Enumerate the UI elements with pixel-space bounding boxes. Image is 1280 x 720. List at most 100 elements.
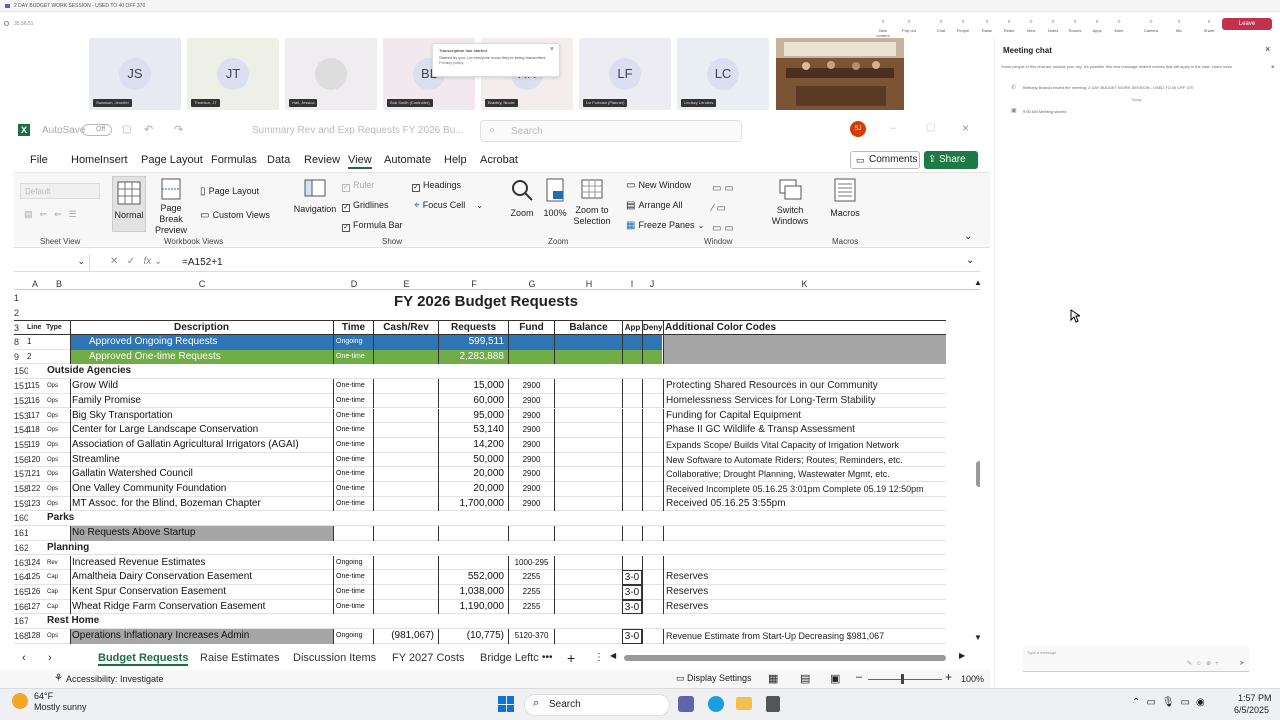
menu-acrobat[interactable]: Acrobat	[480, 154, 518, 166]
participant-tile[interactable]: JS Swanson, Jennifer	[89, 38, 181, 110]
minimize-icon[interactable]: –	[890, 122, 896, 134]
menu-data[interactable]: Data	[267, 154, 290, 166]
custom-views-button[interactable]: ▭ Custom Views	[200, 209, 270, 221]
cell-balance[interactable]	[554, 599, 622, 615]
cell-type[interactable]: Ops	[47, 438, 69, 453]
menu-page-layout[interactable]: Page Layout	[141, 154, 203, 166]
cell-description[interactable]: Approved Ongoing Requests	[70, 335, 333, 350]
navigation-button[interactable]: Navigation	[290, 179, 340, 214]
vertical-scrollbar[interactable]	[976, 461, 980, 487]
calculator-app-icon[interactable]	[766, 696, 780, 712]
cell-additional[interactable]: Reserves	[663, 599, 946, 615]
cell-deny[interactable]	[642, 393, 662, 409]
leave-button[interactable]: Leave	[1222, 18, 1272, 30]
weather-widget[interactable]: 64°F Mostly sunny	[12, 691, 92, 717]
tab-next-icon[interactable]: ›	[48, 652, 52, 664]
cell-request[interactable]	[438, 526, 508, 541]
cell-type[interactable]: Ops	[47, 629, 69, 644]
table-row[interactable]: 155 119 Ops Association of Gallatin Agricul…	[14, 437, 946, 453]
zoom-button[interactable]: Zoom	[508, 178, 536, 218]
column-header[interactable]: D	[334, 278, 374, 290]
cell-line[interactable]: 2	[27, 350, 45, 365]
column-header[interactable]: C	[71, 278, 333, 290]
display-settings-button[interactable]: ▭ Display Settings	[676, 673, 752, 684]
cell-cash[interactable]	[373, 555, 438, 571]
cell-approve[interactable]	[622, 496, 642, 512]
table-row[interactable]: 168 128 Ops Operations Inflationary Increas…	[14, 629, 946, 644]
cell-line[interactable]: 120	[27, 453, 45, 468]
comments-button[interactable]: ▭ Comments	[850, 151, 920, 169]
cell-line[interactable]	[27, 541, 45, 556]
cell-time[interactable]: One-time	[333, 423, 373, 438]
close-icon[interactable]: ×	[550, 46, 554, 53]
cell-time[interactable]: One-time	[333, 467, 373, 482]
cell-time[interactable]: One-time	[333, 452, 373, 468]
table-row[interactable]: 166 127 Cap Wheat Ridge Farm Conservation E…	[14, 599, 946, 615]
cell-approve[interactable]	[622, 467, 642, 482]
cell-cash[interactable]	[373, 423, 438, 438]
cell-type[interactable]: Ops	[47, 423, 69, 438]
cell-approve[interactable]	[622, 408, 642, 424]
zoom-in-icon[interactable]: +	[945, 670, 952, 684]
cell-cash[interactable]	[373, 379, 438, 394]
cell-balance[interactable]	[554, 496, 622, 512]
cell-additional[interactable]	[663, 526, 946, 541]
cell-time[interactable]: Ongoing	[333, 555, 373, 571]
cell-cash[interactable]: (981,067)	[373, 629, 438, 644]
cell-balance[interactable]	[554, 379, 622, 394]
section-label[interactable]: Planning	[47, 541, 89, 556]
tab-prev-icon[interactable]: ‹	[22, 652, 26, 664]
ribbon-collapse-icon[interactable]: ⌄	[964, 231, 972, 242]
cell-balance[interactable]	[554, 584, 622, 600]
cell-line[interactable]: 115	[27, 379, 45, 394]
cell-deny[interactable]	[642, 379, 662, 394]
send-icon[interactable]: ➤	[1239, 659, 1245, 667]
column-header[interactable]: B	[47, 278, 71, 290]
windows-start-icon[interactable]	[498, 696, 514, 712]
cell-approve[interactable]	[622, 555, 642, 571]
cell-fund[interactable]: 2900	[508, 437, 554, 453]
cell-cash[interactable]	[373, 408, 438, 424]
zoom-100-button[interactable]: 100%	[542, 178, 568, 218]
cell-line[interactable]: 1	[27, 335, 45, 350]
cell-balance[interactable]	[554, 467, 622, 482]
cell-approve[interactable]	[622, 393, 642, 409]
cell-time[interactable]: One-time	[333, 482, 373, 497]
participant-tile[interactable]: JT Thornton, JT	[187, 38, 279, 110]
sheet-tab[interactable]: Raise Estimates	[200, 652, 279, 664]
menu-home[interactable]: Home	[71, 154, 100, 166]
cell-balance[interactable]	[554, 570, 622, 585]
cell-deny[interactable]	[642, 555, 662, 571]
sheet-tab[interactable]: Discussion Items	[293, 652, 376, 664]
switch-windows-button[interactable]: Switch Windows	[766, 178, 814, 227]
cell-description[interactable]: Center for Large Landscape Conservation	[70, 423, 333, 438]
cell-description[interactable]: Grow Wild	[70, 379, 333, 394]
cell-description[interactable]: Association of Gallatin Agricultural Irr…	[70, 437, 333, 453]
cell-cash[interactable]	[373, 496, 438, 512]
table-row[interactable]: 154 118 Ops Center for Large Landscape Cons…	[14, 423, 946, 438]
accessibility-status[interactable]: Accessibility: Investigate	[66, 674, 164, 684]
toolbar-button-11[interactable]: ▫ Camera	[1140, 16, 1162, 38]
cell-fund[interactable]: 2900	[508, 408, 554, 424]
cell-type[interactable]: Cap	[47, 600, 69, 615]
scroll-right-icon[interactable]: ▶	[959, 651, 965, 660]
cell-deny[interactable]	[642, 482, 662, 497]
cell-cash[interactable]	[373, 437, 438, 453]
name-box[interactable]: ⌄	[14, 254, 90, 271]
cell-additional[interactable]: Homelessness Services for Long-Term Stab…	[663, 393, 946, 409]
gridlines-checkbox[interactable]: ✓ Gridlines	[342, 199, 389, 212]
cell-fund[interactable]: 2900	[508, 423, 554, 438]
page-break-view-icon[interactable]: ▣	[830, 672, 840, 685]
toolbar-button-3[interactable]: ▫ People	[952, 16, 974, 38]
cell-cash[interactable]	[373, 570, 438, 585]
cell-balance[interactable]	[554, 408, 622, 424]
cell-additional[interactable]	[663, 349, 946, 365]
cell-additional[interactable]: Revenue Estimate from Start-Up Decreasin…	[663, 629, 946, 644]
scroll-left-icon[interactable]: ◀	[610, 651, 616, 660]
section-label[interactable]: Rest Home	[47, 614, 99, 629]
toolbar-button-5[interactable]: ▫ React	[998, 16, 1020, 38]
cell-type[interactable]: Ops	[47, 482, 69, 497]
column-header[interactable]: K	[663, 278, 946, 290]
room-video-tile[interactable]	[776, 38, 904, 110]
cell-time[interactable]: One-time	[333, 379, 373, 394]
